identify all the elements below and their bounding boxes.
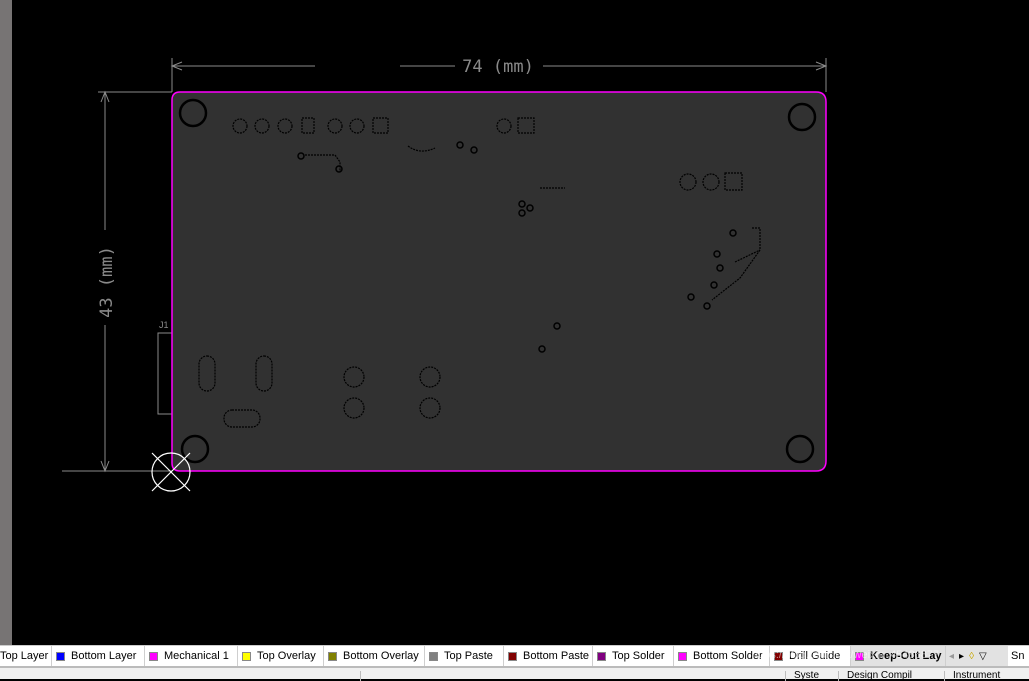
layer-color-swatch [242, 651, 251, 661]
layer-color-swatch [774, 651, 783, 661]
status-panel-tabs: Syste Design Compil Instrument [0, 666, 1029, 681]
layer-tab-label: Bottom Layer [71, 650, 137, 662]
status-tab-system[interactable]: Syste [785, 671, 835, 681]
layer-color-swatch [328, 651, 337, 661]
layer-tab-bottom-overlay[interactable]: Bottom Overlay [324, 646, 425, 666]
layer-tab-label: Drill Guide [789, 650, 841, 662]
layer-color-swatch [678, 651, 687, 661]
layer-tabs-bar: Top Layer Bottom Layer Mechanical 1 Top … [0, 645, 1029, 666]
height-dimension-label: 43 (mm) [97, 246, 117, 318]
layer-color-swatch [508, 651, 517, 661]
dimension-height [62, 90, 172, 473]
scroll-left-icon[interactable]: ◂ [949, 651, 954, 662]
scroll-right-icon[interactable]: ▸ [959, 651, 964, 662]
layer-tab-bottom-paste[interactable]: Bottom Paste [504, 646, 593, 666]
layer-tab-label: Top Paste [444, 650, 493, 662]
status-tab-instruments[interactable]: Instrument [944, 671, 1024, 681]
pcb-canvas[interactable]: 74 (mm) 43 (mm) J1 [12, 0, 1029, 645]
layer-tab-label: Bottom Solder [693, 650, 763, 662]
layer-color-swatch [855, 651, 864, 661]
layer-tab-drill-guide[interactable]: Drill Guide [770, 646, 851, 666]
pcb-board-view: 74 (mm) 43 (mm) J1 [62, 57, 828, 492]
layer-tab-label: Top Solder [612, 650, 665, 662]
layer-tab-bottom-solder[interactable]: Bottom Solder [674, 646, 770, 666]
status-tab-design-compiler[interactable]: Design Compil [838, 671, 941, 681]
status-divider [360, 671, 780, 681]
layer-sets-icon[interactable]: ◊ [969, 651, 974, 662]
layer-tab-label: Mechanical 1 [164, 650, 229, 662]
layer-color-swatch [429, 651, 438, 661]
layer-tab-keep-out-layer[interactable]: Keep-Out Lay [851, 646, 946, 666]
layer-tab-navigation: ◂ ▸ ◊ ▽ [946, 646, 1008, 666]
filter-icon[interactable]: ▽ [979, 651, 987, 662]
layer-tab-mechanical-1[interactable]: Mechanical 1 [145, 646, 238, 666]
layer-tab-top-layer[interactable]: Top Layer [0, 646, 52, 666]
origin-marker-icon [151, 452, 191, 492]
layer-tab-top-solder[interactable]: Top Solder [593, 646, 674, 666]
layer-tab-top-paste[interactable]: Top Paste [425, 646, 504, 666]
connector-j1-outline [157, 332, 174, 415]
layer-tab-top-overlay[interactable]: Top Overlay [238, 646, 324, 666]
layer-tab-label: Bottom Paste [523, 650, 590, 662]
layer-tab-label: Top Layer [0, 650, 49, 662]
designator-j1: J1 [159, 320, 169, 330]
board-outline[interactable] [171, 91, 827, 472]
layer-tab-label: Top Overlay [257, 650, 316, 662]
layer-tab-label: Keep-Out Lay [870, 650, 942, 662]
layer-color-swatch [597, 651, 606, 661]
layer-tab-label: Bottom Overlay [343, 650, 419, 662]
width-dimension-label: 74 (mm) [462, 57, 534, 77]
layer-color-swatch [56, 651, 65, 661]
layer-color-swatch [149, 651, 158, 661]
layer-tab-bottom-layer[interactable]: Bottom Layer [52, 646, 145, 666]
panel-edge [0, 0, 12, 645]
snap-label[interactable]: Sn [1008, 650, 1027, 662]
